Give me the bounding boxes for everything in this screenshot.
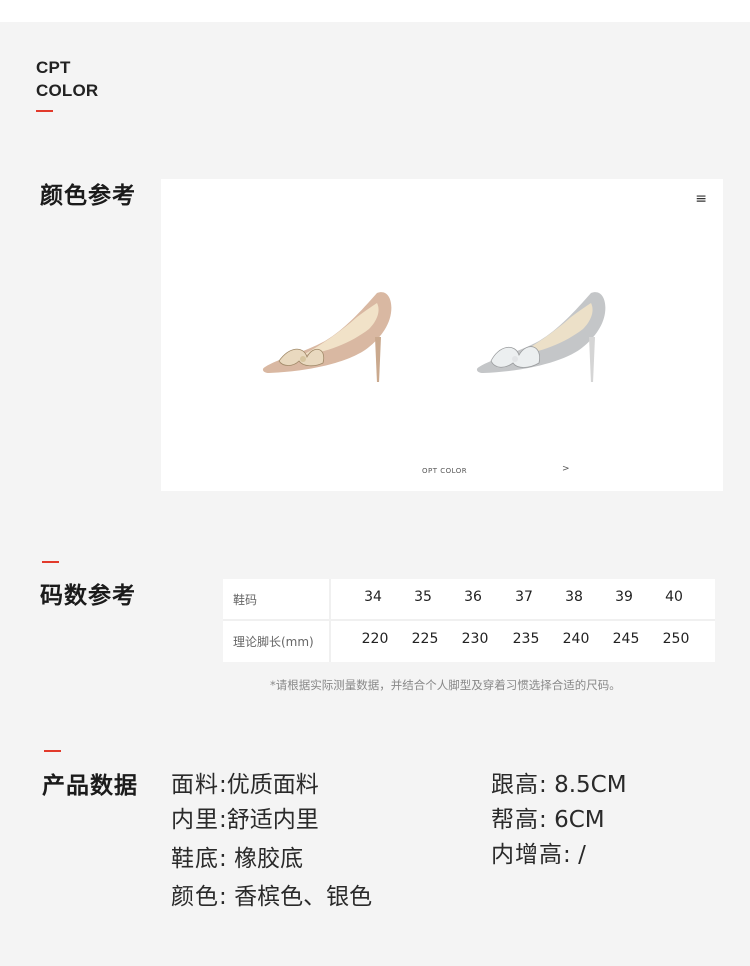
colors-section-title: 颜色参考	[40, 183, 136, 209]
spec-sole: 鞋底: 橡胶底	[171, 846, 304, 872]
size-table: 鞋码 34 35 36 37 38 39 40 理论脚长(mm) 220 225…	[223, 579, 715, 662]
spec-lining: 内里:舒适内里	[171, 807, 319, 833]
spec-value: 优质面料	[226, 772, 319, 798]
spec-value: /	[578, 842, 586, 868]
spec-key: 内增高	[491, 842, 563, 868]
product-accent-dash	[44, 750, 61, 752]
length-cell: 225	[411, 631, 439, 647]
spec-material: 面料:优质面料	[171, 772, 319, 798]
spec-inner-lift: 内增高: /	[491, 842, 586, 868]
spec-heel-height: 跟高: 8.5CM	[491, 772, 627, 798]
size-cell: 34	[364, 589, 382, 605]
spec-key: 面料	[171, 772, 219, 798]
size-cell: 40	[665, 589, 683, 605]
silver-shoe-image	[476, 292, 606, 382]
table-column-divider	[329, 579, 331, 662]
spec-key: 跟高	[491, 772, 539, 798]
color-preview-panel: ≡ OPT COLOR >	[161, 179, 723, 491]
size-cell: 35	[414, 589, 432, 605]
size-cell: 37	[515, 589, 533, 605]
spec-value: 舒适内里	[226, 807, 319, 833]
length-cell: 250	[662, 631, 690, 647]
spec-value: 6CM	[554, 807, 605, 833]
brand-logo: CPT COLOR	[36, 56, 98, 102]
spec-color: 颜色: 香槟色、银色	[171, 884, 373, 910]
spec-key: 内里	[171, 807, 219, 833]
panel-caption: OPT COLOR	[422, 467, 468, 475]
table-row-size: 鞋码 34 35 36 37 38 39 40	[223, 579, 715, 619]
product-section-title: 产品数据	[42, 773, 138, 799]
size-cell: 36	[464, 589, 482, 605]
size-cell: 38	[565, 589, 583, 605]
brand-line-1: CPT	[36, 58, 71, 77]
size-section-title: 码数参考	[40, 583, 136, 609]
spec-value: 8.5CM	[554, 772, 627, 798]
champagne-shoe-image	[262, 292, 392, 382]
size-cell: 39	[615, 589, 633, 605]
spec-value: 香槟色、银色	[234, 884, 373, 910]
brand-line-2: COLOR	[36, 81, 99, 100]
length-cell: 220	[361, 631, 389, 647]
brand-accent-dash	[36, 110, 53, 112]
top-white-band	[0, 0, 750, 22]
length-cell: 240	[562, 631, 590, 647]
spec-key: 鞋底	[171, 846, 219, 872]
spec-key: 颜色	[171, 884, 219, 910]
size-note: *请根据实际测量数据，并结合个人脚型及穿着习惯选择合适的尺码。	[270, 678, 621, 692]
next-arrow-icon[interactable]: >	[562, 464, 570, 474]
spec-key: 帮高	[491, 807, 539, 833]
size-row-label: 鞋码	[233, 593, 258, 607]
table-row-length: 理论脚长(mm) 220 225 230 235 240 245 250	[223, 621, 715, 661]
length-cell: 235	[512, 631, 540, 647]
length-cell: 245	[612, 631, 640, 647]
spec-value: 橡胶底	[234, 846, 304, 872]
size-accent-dash	[42, 561, 59, 563]
length-row-label: 理论脚长(mm)	[233, 635, 314, 649]
spec-upper-height: 帮高: 6CM	[491, 807, 605, 833]
length-cell: 230	[461, 631, 489, 647]
hamburger-menu-icon[interactable]: ≡	[695, 191, 707, 207]
